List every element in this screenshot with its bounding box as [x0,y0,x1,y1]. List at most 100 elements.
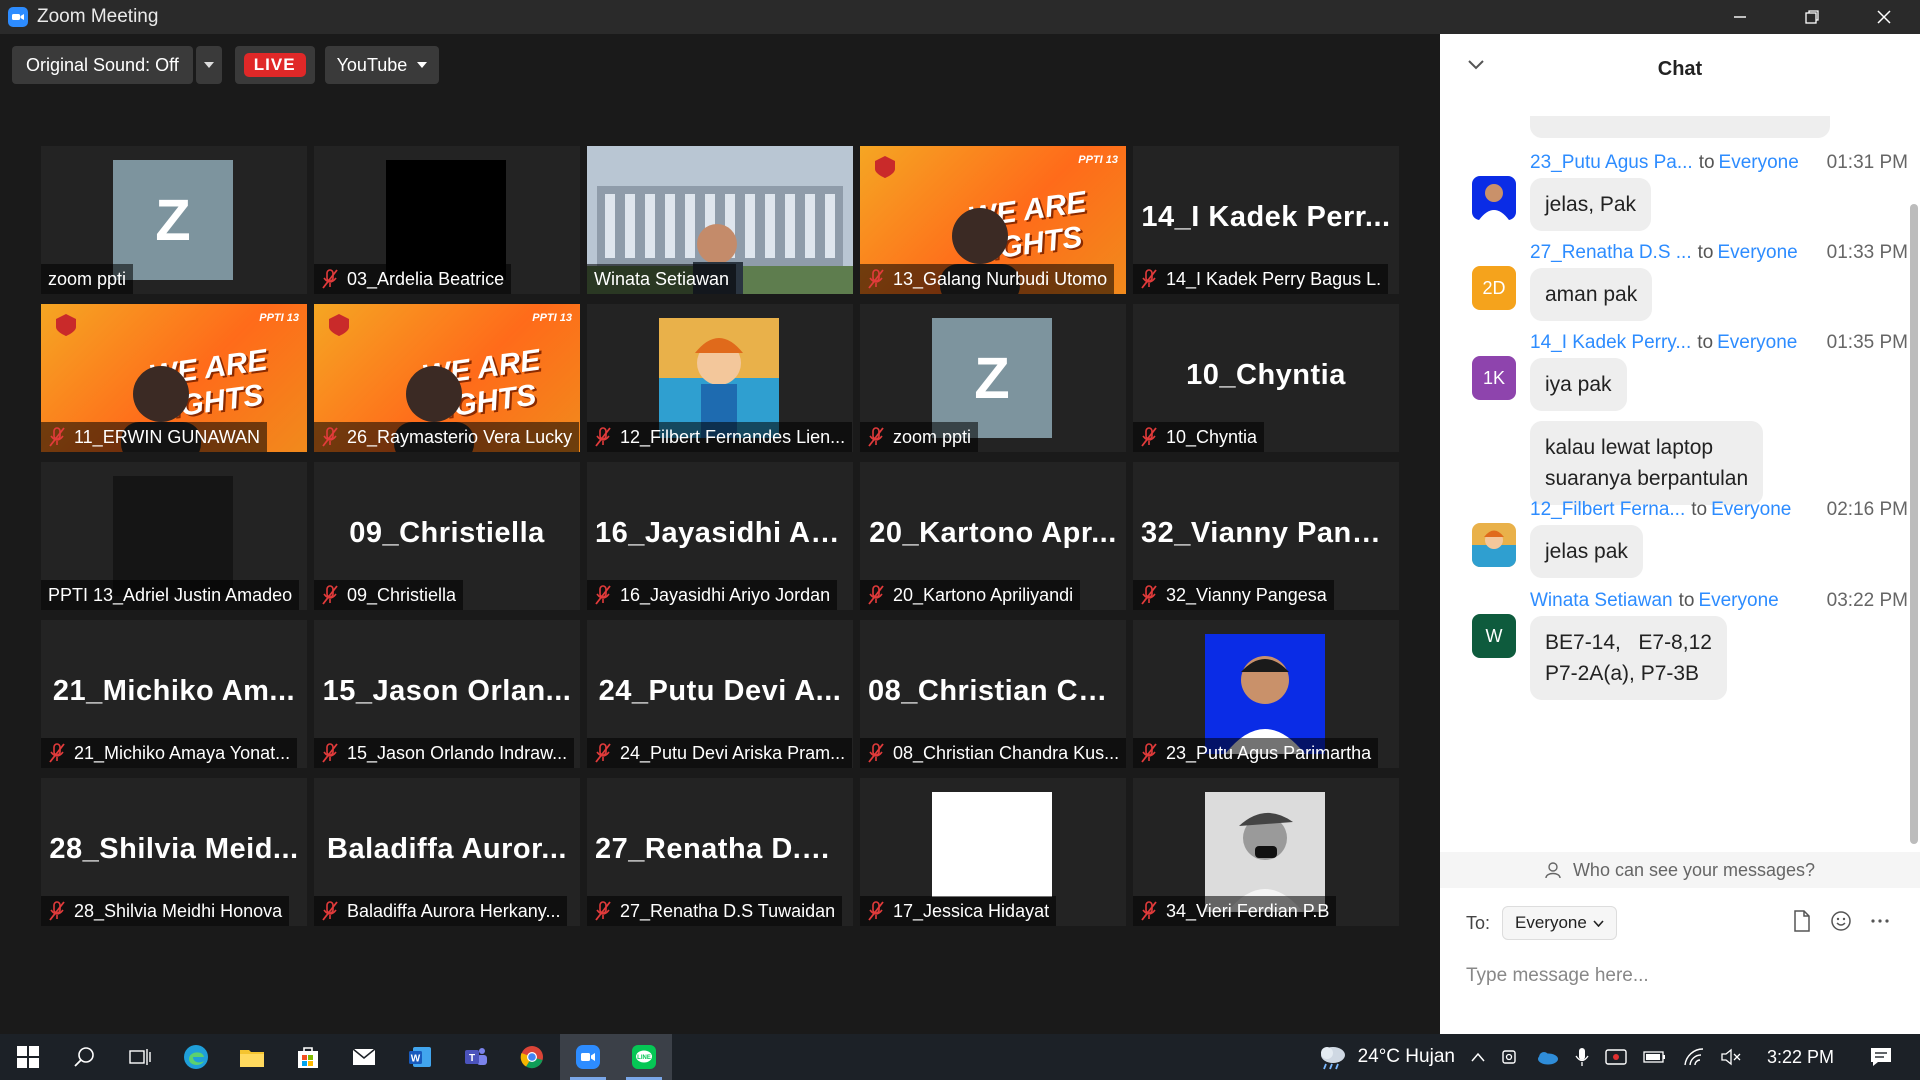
message-header: 12_Filbert Ferna... to Everyone [1530,499,1791,521]
participant-name: zoom ppti [48,268,127,289]
file-icon[interactable] [1792,910,1812,932]
video-tile[interactable]: PPTI 13 WE ARE LIGHTS 11_ERWIN GUNAWAN [41,304,307,452]
screen-tray[interactable] [1605,1048,1627,1066]
close-button[interactable] [1848,0,1920,34]
participant-name-tag: 26_Raymasterio Vera Lucky [314,422,580,452]
message-recipient[interactable]: Everyone [1717,242,1797,263]
video-tile[interactable]: Zzoom ppti [41,146,307,294]
participant-name: Baladiffa Aurora Herkany... [347,900,561,921]
video-tile[interactable]: 24_Putu Devi A... 24_Putu Devi Ariska Pra… [587,620,853,768]
participant-display-name: 32_Vianny Pang... [1141,517,1396,549]
video-tile[interactable]: 17_Jessica Hidayat [860,778,1126,926]
battery-tray[interactable] [1643,1050,1667,1064]
message-sender[interactable]: Winata Setiawan [1530,590,1673,611]
message-sender[interactable]: 23_Putu Agus Pa... [1530,152,1693,173]
camera-tray[interactable] [1501,1048,1519,1066]
message-sender[interactable]: 27_Renatha D.S ... [1530,242,1692,263]
chevron-down-icon [1593,919,1604,927]
video-tile[interactable]: PPTI 13 WE ARE LIGHTS 13_Galang Nurbudi Ut… [860,146,1126,294]
message-recipient[interactable]: Everyone [1717,332,1797,353]
message-bubble[interactable]: iya pak [1530,358,1627,411]
microphone-tray[interactable] [1575,1047,1589,1067]
message-to-word: to [1691,499,1708,520]
video-tile[interactable]: 14_I Kadek Perr... 14_I Kadek Perry Bagus… [1133,146,1399,294]
original-sound-button[interactable]: Original Sound: Off [12,46,193,84]
message-header: 23_Putu Agus Pa... to Everyone [1530,152,1799,174]
participant-name: 10_Chyntia [1166,426,1258,447]
zoom-app[interactable] [560,1034,616,1080]
edge-app[interactable] [168,1034,224,1080]
teams-app[interactable]: T [448,1034,504,1080]
word-app[interactable]: W [392,1034,448,1080]
video-tile[interactable]: 34_Vieri Ferdian P.B [1133,778,1399,926]
message-recipient[interactable]: Everyone [1711,499,1791,520]
message-bubble[interactable]: jelas pak [1530,525,1643,578]
search-button[interactable] [56,1034,112,1080]
more-icon[interactable] [1870,910,1890,932]
message-bubble[interactable]: BE7-14, E7-8,12 P7-2A(a), P7-3B [1530,616,1727,700]
start-button[interactable] [0,1034,56,1080]
video-tile[interactable]: 10_Chyntia 10_Chyntia [1133,304,1399,452]
tray-overflow[interactable] [1471,1052,1485,1062]
avatar [386,160,506,280]
message-bubble[interactable]: jelas, Pak [1530,178,1652,231]
video-tile[interactable]: 12_Filbert Fernandes Lien... [587,304,853,452]
video-tile[interactable]: 23_Putu Agus Parimartha [1133,620,1399,768]
video-tile[interactable]: 08_Christian Ch... 08_Christian Chandra K… [860,620,1126,768]
video-tile[interactable]: Zzoom ppti [860,304,1126,452]
video-tile[interactable]: 03_Ardelia Beatrice [314,146,580,294]
participant-name: 27_Renatha D.S Tuwaidan [620,900,836,921]
task-view-button[interactable] [112,1034,168,1080]
message-recipient[interactable]: Everyone [1698,590,1778,611]
chat-scrollbar[interactable] [1910,204,1918,844]
onedrive-tray[interactable] [1535,1049,1559,1065]
previous-message-bubble [1530,116,1830,138]
emoji-icon[interactable] [1830,910,1852,932]
wifi-tray[interactable] [1683,1048,1705,1066]
video-tile[interactable]: Winata Setiawan [587,146,853,294]
video-tile[interactable]: 21_Michiko Am... 21_Michiko Amaya Yonat..… [41,620,307,768]
mic-muted-icon [868,269,884,289]
store-app[interactable] [280,1034,336,1080]
mail-app[interactable] [336,1034,392,1080]
file-explorer-app[interactable] [224,1034,280,1080]
live-badge[interactable]: LIVE [234,46,315,84]
restore-button[interactable] [1776,0,1848,34]
video-tile[interactable]: PPTI 13_Adriel Justin Amadeo [41,462,307,610]
message-input[interactable] [1466,956,1886,996]
weather-widget[interactable]: 24°C Hujan [1316,1043,1455,1071]
volume-tray[interactable] [1721,1048,1741,1066]
message-time: 01:35 PM [1826,332,1908,353]
message-to-word: to [1678,590,1695,611]
video-tile[interactable]: 15_Jason Orlan... 15_Jason Orlando Indraw… [314,620,580,768]
message-bubble[interactable]: aman pak [1530,268,1653,321]
notifications-button[interactable] [1870,1047,1892,1067]
video-tile[interactable]: Baladiffa Auror... Baladiffa Aurora Herka… [314,778,580,926]
message-sender[interactable]: 12_Filbert Ferna... [1530,499,1685,520]
mic-muted-icon [49,743,65,763]
video-tile[interactable]: 16_Jayasidhi Ari... 16_Jayasidhi Ariyo Jo… [587,462,853,610]
to-label: To: [1466,912,1491,933]
chrome-app[interactable] [504,1034,560,1080]
crest-icon [56,314,76,336]
clock[interactable]: 3:22 PM [1767,1047,1834,1068]
minimize-button[interactable] [1704,0,1776,34]
message-bubble[interactable]: kalau lewat laptop suaranya berpantulan [1530,421,1764,505]
restore-icon [1805,10,1819,24]
video-tile[interactable]: 32_Vianny Pang... 32_Vianny Pangesa [1133,462,1399,610]
recipient-select[interactable]: Everyone [1502,906,1617,940]
banner-tag: PPTI 13 [532,312,572,324]
video-tile[interactable]: 27_Renatha D.S... 27_Renatha D.S Tuwaidan [587,778,853,926]
video-tile[interactable]: 09_Christiella 09_Christiella [314,462,580,610]
video-tile[interactable]: 20_Kartono Apr... 20_Kartono Apriliyandi [860,462,1126,610]
video-tile[interactable]: PPTI 13 WE ARE LIGHTS 26_Raymasterio Vera … [314,304,580,452]
youtube-button[interactable]: YouTube [324,46,440,84]
line-icon: LINE [632,1045,656,1069]
video-tile[interactable]: 28_Shilvia Meid... 28_Shilvia Meidhi Hono… [41,778,307,926]
message-header: 27_Renatha D.S ... to Everyone [1530,242,1798,264]
message-sender[interactable]: 14_I Kadek Perry... [1530,332,1691,353]
privacy-notice[interactable]: Who can see your messages? [1440,852,1920,888]
message-recipient[interactable]: Everyone [1719,152,1799,173]
original-sound-dropdown[interactable] [195,46,222,84]
line-app[interactable]: LINE [616,1034,672,1080]
